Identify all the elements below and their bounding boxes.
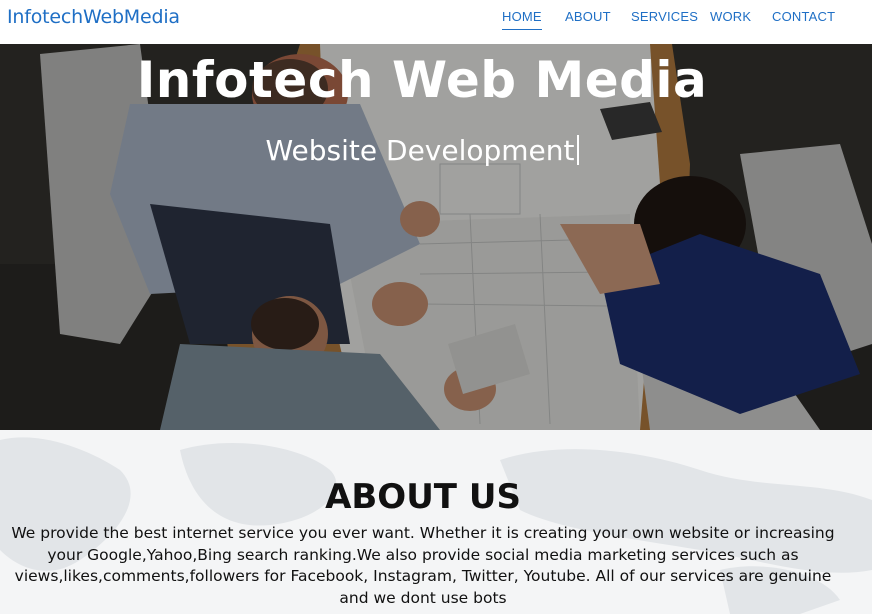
nav-menu: HOME ABOUT SERVICES WORK CONTACT <box>0 9 872 39</box>
nav-link-home[interactable]: HOME <box>502 9 542 30</box>
hero-section: Infotech Web Media Website Development <box>0 44 872 430</box>
hero-title: Infotech Web Media <box>136 51 708 109</box>
nav-link-work[interactable]: WORK <box>710 9 751 29</box>
navbar: InfotechWebMedia HOME ABOUT SERVICES WOR… <box>0 0 872 44</box>
hero-subtitle: Website Development <box>0 134 844 167</box>
about-heading: ABOUT US <box>325 477 521 517</box>
about-description: We provide the best internet service you… <box>11 524 835 607</box>
typing-caret <box>576 135 579 165</box>
nav-link-about[interactable]: ABOUT <box>565 9 611 29</box>
hero-subtitle-text: Website Development <box>265 134 575 167</box>
nav-link-contact[interactable]: CONTACT <box>772 9 835 29</box>
nav-link-services[interactable]: SERVICES <box>631 9 698 29</box>
about-section: ABOUT US We provide the best internet se… <box>0 430 872 614</box>
